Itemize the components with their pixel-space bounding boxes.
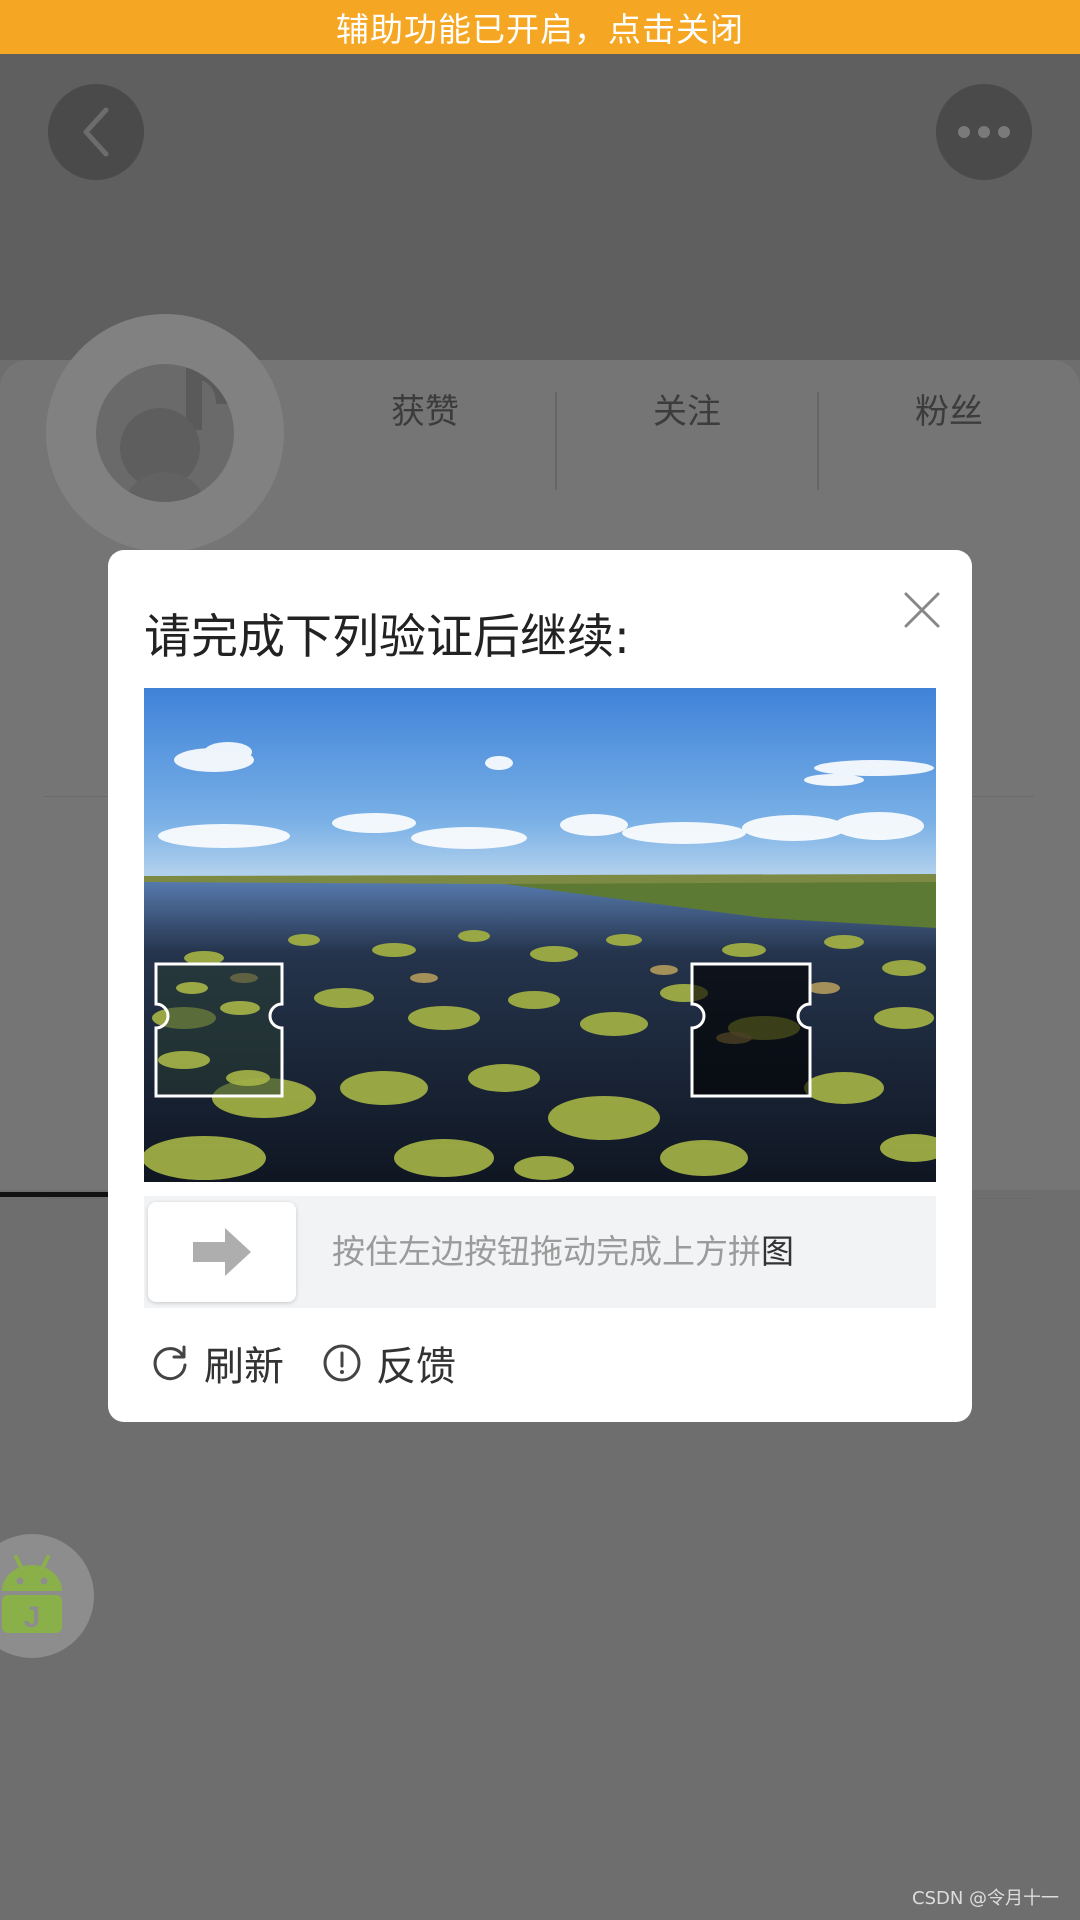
captcha-dialog: 请完成下列验证后继续: 按住左边按钮拖动完成上方拼图 刷新 反馈 bbox=[108, 550, 972, 1422]
accessibility-banner[interactable]: 辅助功能已开启，点击关闭 bbox=[0, 0, 1080, 54]
refresh-icon bbox=[153, 1345, 187, 1381]
default-avatar-icon bbox=[96, 364, 234, 502]
close-icon bbox=[904, 592, 940, 628]
slider-hint: 按住左边按钮拖动完成上方拼图 bbox=[332, 1196, 794, 1308]
svg-text:J: J bbox=[24, 1601, 41, 1634]
alert-circle-icon bbox=[323, 1344, 361, 1382]
slider-hint-text: 按住左边按钮拖动完成上方拼 bbox=[332, 1232, 761, 1271]
stat-divider bbox=[555, 392, 557, 490]
chevron-left-icon bbox=[83, 107, 109, 157]
avatar[interactable] bbox=[46, 314, 284, 552]
accessibility-banner-text[interactable]: 辅助功能已开启，点击关闭 bbox=[336, 3, 744, 51]
slider-track[interactable]: 按住左边按钮拖动完成上方拼图 bbox=[144, 1196, 936, 1308]
arrow-right-icon bbox=[193, 1228, 251, 1276]
feedback-label: 反馈 bbox=[376, 1344, 456, 1390]
more-button[interactable] bbox=[936, 84, 1032, 180]
back-button[interactable] bbox=[48, 84, 144, 180]
slider-handle[interactable] bbox=[148, 1202, 296, 1302]
stat-likes-label: 获赞 bbox=[391, 392, 459, 432]
android-robot-icon: J bbox=[2, 1555, 62, 1634]
tab-indicator bbox=[0, 1192, 110, 1197]
stat-following[interactable]: 关注 bbox=[607, 384, 767, 433]
watermark: CSDN @令月十一 bbox=[912, 1888, 1060, 1909]
stat-followers[interactable]: 粉丝 bbox=[869, 384, 1029, 433]
refresh-label: 刷新 bbox=[204, 1344, 284, 1390]
stat-likes[interactable]: 获赞 bbox=[345, 384, 505, 433]
feedback-button[interactable]: 反馈 bbox=[322, 1332, 456, 1394]
close-button[interactable] bbox=[898, 586, 946, 634]
stat-divider bbox=[817, 392, 819, 490]
refresh-button[interactable]: 刷新 bbox=[150, 1332, 284, 1394]
puzzle-target-slot bbox=[690, 962, 812, 1098]
captcha-title: 请完成下列验证后继续: bbox=[144, 610, 630, 665]
puzzle-background-image bbox=[144, 688, 936, 1182]
stat-following-label: 关注 bbox=[653, 392, 721, 432]
more-dots-icon bbox=[958, 126, 1010, 138]
stat-followers-label: 粉丝 bbox=[915, 392, 983, 432]
slider-hint-last-char: 图 bbox=[761, 1232, 794, 1271]
